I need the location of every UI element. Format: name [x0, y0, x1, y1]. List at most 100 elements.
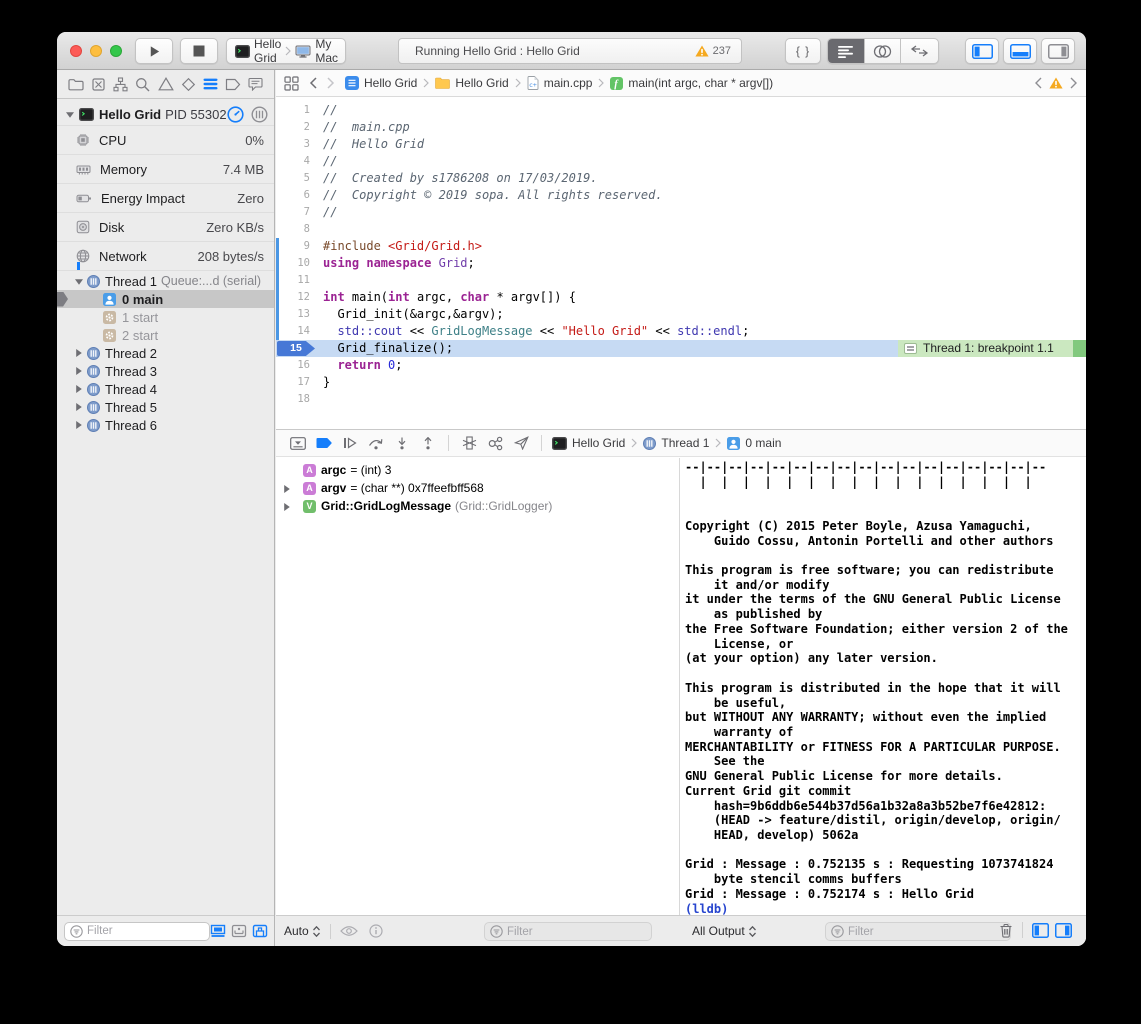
scheme-selector[interactable]: Hello Grid My Mac	[226, 38, 346, 64]
code-line[interactable]: 7//	[276, 204, 1086, 221]
line-number[interactable]: 14	[276, 323, 310, 340]
step-over-button[interactable]	[364, 437, 388, 450]
code-snippet-button[interactable]: { }	[785, 38, 821, 64]
line-number[interactable]: 17	[276, 374, 310, 391]
disclosure-triangle[interactable]	[74, 348, 84, 358]
breakpoint-annotation[interactable]: Thread 1: breakpoint 1.1	[898, 340, 1073, 357]
code-line[interactable]: 9#include <Grid/Grid.h>	[276, 238, 1086, 255]
thread-row[interactable]: Thread 3	[57, 362, 274, 380]
source-editor[interactable]: 1//2// main.cpp3// Hello Grid4//5// Crea…	[276, 98, 1086, 429]
thread-row[interactable]: Thread 6	[57, 416, 274, 434]
code-line[interactable]: 16 return 0;	[276, 357, 1086, 374]
disclosure-triangle[interactable]	[74, 420, 84, 430]
code-line[interactable]: 17}	[276, 374, 1086, 391]
breakpoints-toggle-button[interactable]	[312, 437, 336, 449]
memory-graph-button[interactable]	[483, 436, 507, 451]
variables-filter-input[interactable]: Filter	[484, 922, 652, 941]
disclosure-down-icon[interactable]	[65, 110, 75, 119]
line-number[interactable]: 6	[276, 187, 310, 204]
close-button[interactable]	[70, 45, 82, 57]
code-line[interactable]: 12int main(int argc, char * argv[]) {	[276, 289, 1086, 306]
line-number[interactable]: 2	[276, 119, 310, 136]
gauge-row[interactable]: CPU0%	[57, 125, 274, 154]
console-scope-dropdown[interactable]: All Output	[692, 924, 757, 938]
print-description-button[interactable]	[369, 924, 383, 938]
lldb-prompt[interactable]: (lldb)	[685, 902, 1086, 915]
line-number[interactable]: 12	[276, 289, 310, 306]
variable-row[interactable]: VGrid::GridLogMessage(Grid::GridLogger)	[276, 497, 679, 515]
clear-console-button[interactable]	[999, 923, 1013, 938]
code-line[interactable]: 10using namespace Grid;	[276, 255, 1086, 272]
nav-project-icon[interactable]	[68, 77, 84, 91]
console-output[interactable]: --|--|--|--|--|--|--|--|--|--|--|--|--|-…	[680, 458, 1086, 915]
breadcrumb-item[interactable]: c+main.cpp	[527, 76, 593, 90]
variables-view[interactable]: Aargc= (int) 3Aargv= (char **) 0x7ffeefb…	[276, 458, 679, 915]
code-line[interactable]: 8	[276, 221, 1086, 238]
zoom-button[interactable]	[110, 45, 122, 57]
variables-scope-dropdown[interactable]: Auto	[284, 924, 321, 938]
toggle-navigator-button[interactable]	[965, 38, 999, 64]
thread-row[interactable]: Thread 2	[57, 344, 274, 362]
navigator-filter-input[interactable]: Filter	[64, 922, 210, 941]
toggle-console-view-button[interactable]	[1055, 923, 1072, 938]
breadcrumb-item[interactable]: 0 main	[727, 436, 781, 450]
show-stack-compression-icon[interactable]	[252, 924, 268, 938]
stack-frame-row[interactable]: 0 main	[57, 290, 274, 308]
standard-editor-button[interactable]	[828, 39, 865, 63]
line-number[interactable]: 10	[276, 255, 310, 272]
line-number[interactable]: 7	[276, 204, 310, 221]
line-number[interactable]: 9	[276, 238, 310, 255]
gauge-row[interactable]: DiskZero KB/s	[57, 212, 274, 241]
gauge-row[interactable]: Network208 bytes/s	[57, 241, 274, 270]
variable-row[interactable]: Aargc= (int) 3	[276, 461, 679, 479]
gauge-row[interactable]: Energy ImpactZero	[57, 183, 274, 212]
breadcrumb-item[interactable]: Hello Grid	[345, 76, 417, 90]
code-line[interactable]: 11	[276, 272, 1086, 289]
disclosure-triangle[interactable]	[74, 384, 84, 394]
process-row[interactable]: Hello Grid PID 55302	[57, 103, 274, 125]
nav-source-control-icon[interactable]	[91, 77, 106, 92]
run-button[interactable]	[135, 38, 173, 64]
code-line[interactable]: 15 Grid_finalize();Thread 1: breakpoint …	[276, 340, 1086, 357]
stack-frames-view-icon[interactable]	[251, 106, 268, 123]
minimize-button[interactable]	[90, 45, 102, 57]
next-issue-button[interactable]	[1070, 77, 1078, 89]
step-into-button[interactable]	[390, 437, 414, 450]
breadcrumb-item[interactable]: Hello Grid	[552, 436, 625, 450]
thread-row[interactable]: Thread 4	[57, 380, 274, 398]
disclosure-triangle[interactable]	[282, 502, 291, 512]
breadcrumb-item[interactable]: Thread 1	[643, 436, 709, 450]
line-number[interactable]: 5	[276, 170, 310, 187]
debug-view-hierarchy-button[interactable]	[457, 436, 481, 450]
line-number[interactable]: 3	[276, 136, 310, 153]
quick-look-button[interactable]	[340, 925, 358, 937]
back-button[interactable]	[309, 77, 317, 89]
toggle-inspector-button[interactable]	[1041, 38, 1075, 64]
simulate-location-button[interactable]	[509, 436, 533, 450]
code-line[interactable]: 4//	[276, 153, 1086, 170]
disclosure-triangle[interactable]	[74, 366, 84, 376]
disclosure-triangle[interactable]	[74, 277, 84, 286]
issue-warning-icon[interactable]	[1049, 77, 1063, 89]
nav-debug-icon[interactable]	[203, 77, 218, 91]
debug-gauges-icon[interactable]	[227, 106, 244, 123]
line-number[interactable]: 13	[276, 306, 310, 323]
nav-search-icon[interactable]	[135, 77, 150, 92]
show-running-threads-icon[interactable]	[231, 924, 247, 938]
line-number[interactable]: 1	[276, 102, 310, 119]
stop-button[interactable]	[180, 38, 218, 64]
nav-report-icon[interactable]	[248, 77, 263, 91]
line-number[interactable]: 11	[276, 272, 310, 289]
code-line[interactable]: 13 Grid_init(&argc,&argv);	[276, 306, 1086, 323]
forward-button[interactable]	[327, 77, 335, 89]
line-number[interactable]: 4	[276, 153, 310, 170]
nav-breakpoint-icon[interactable]	[225, 78, 241, 91]
toggle-debug-area-button[interactable]	[1003, 38, 1037, 64]
thread-row[interactable]: Thread 5	[57, 398, 274, 416]
titlebar[interactable]: Hello Grid My Mac Running Hello Grid : H…	[57, 32, 1086, 70]
step-out-button[interactable]	[416, 437, 440, 450]
assistant-editor-button[interactable]	[865, 39, 902, 63]
disclosure-triangle[interactable]	[282, 484, 291, 494]
console-filter-input[interactable]: Filter	[825, 922, 1011, 941]
continue-execution-button[interactable]	[338, 437, 362, 449]
